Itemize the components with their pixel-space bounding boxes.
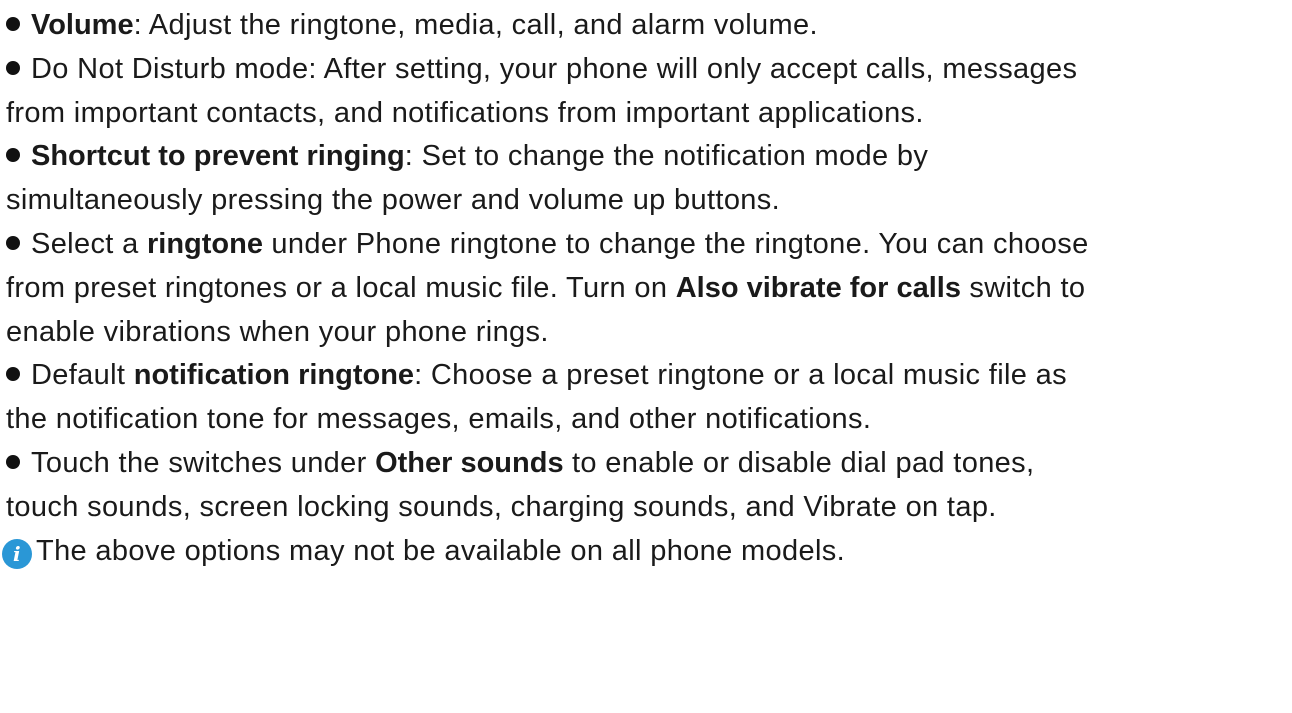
bold-term: Volume [31, 9, 134, 41]
text-run: : Set to change the notification mode by [404, 140, 929, 173]
text-run: switch to [961, 271, 1086, 304]
text-run: from important contacts, and notificatio… [6, 96, 924, 129]
text-line: the notification tone for messages, emai… [6, 398, 1288, 442]
text-line: enable vibrations when your phone rings. [6, 311, 1288, 355]
bold-term: Also vibrate for calls [675, 271, 961, 304]
document-body: Volume: Adjust the ringtone, media, call… [2, 4, 1288, 574]
bullet-item-other-sounds: Touch the switches under Other sounds to… [6, 442, 1288, 530]
text-line: Do Not Disturb mode: After setting, your… [6, 48, 1288, 92]
note-text: The above options may not be available o… [36, 534, 846, 567]
bold-term: Other sounds [375, 446, 564, 479]
text-run: touch sounds, screen locking sounds, cha… [6, 490, 997, 523]
text-line: Select a ringtone under Phone ringtone t… [6, 223, 1288, 267]
text-line: simultaneously pressing the power and vo… [6, 179, 1288, 223]
text-run: Select a [31, 227, 147, 260]
bullet-dot-icon [6, 367, 20, 382]
note-row: i The above options may not be available … [2, 530, 1288, 574]
text-run: : Choose a preset ringtone or a local mu… [414, 359, 1068, 392]
text-run: from preset ringtones or a local music f… [6, 271, 676, 304]
info-icon: i [2, 538, 32, 569]
bullet-dot-icon [6, 148, 20, 163]
text-run: the notification tone for messages, emai… [6, 403, 872, 436]
bold-term: Shortcut to prevent ringing [31, 140, 405, 173]
bullet-item-do-not-disturb: Do Not Disturb mode: After setting, your… [6, 48, 1288, 136]
text-line: Default notification ringtone: Choose a … [6, 354, 1288, 398]
text-run: Do Not Disturb mode: After setting, your… [31, 52, 1078, 85]
text-line: Shortcut to prevent ringing: Set to chan… [6, 135, 1288, 179]
bullet-dot-icon [6, 17, 20, 31]
text-line: Volume: Adjust the ringtone, media, call… [6, 4, 1288, 48]
bold-term: ringtone [147, 227, 263, 260]
bold-term: notification ringtone [133, 359, 415, 392]
bullet-dot-icon [6, 60, 20, 75]
bullet-dot-icon [6, 454, 20, 469]
bullet-item-volume: Volume: Adjust the ringtone, media, call… [6, 4, 1288, 48]
bullet-item-notification-ringtone: Default notification ringtone: Choose a … [6, 354, 1288, 442]
text-run: enable vibrations when your phone rings. [6, 315, 549, 348]
text-run: simultaneously pressing the power and vo… [6, 184, 781, 217]
text-run: Touch the switches under [31, 446, 376, 479]
text-line: Touch the switches under Other sounds to… [6, 442, 1288, 486]
text-run: to enable or disable dial pad tones, [563, 446, 1035, 479]
text-line: touch sounds, screen locking sounds, cha… [6, 486, 1288, 530]
text-run: : Adjust the ringtone, media, call, and … [133, 9, 818, 41]
text-run: under Phone ringtone to change the ringt… [263, 227, 1089, 260]
text-line: from important contacts, and notificatio… [6, 92, 1288, 136]
bullet-item-shortcut: Shortcut to prevent ringing: Set to chan… [6, 135, 1288, 223]
bullet-item-ringtone: Select a ringtone under Phone ringtone t… [6, 223, 1288, 354]
text-run: Default [31, 359, 134, 392]
text-line: from preset ringtones or a local music f… [6, 267, 1288, 311]
bullet-dot-icon [6, 235, 20, 250]
